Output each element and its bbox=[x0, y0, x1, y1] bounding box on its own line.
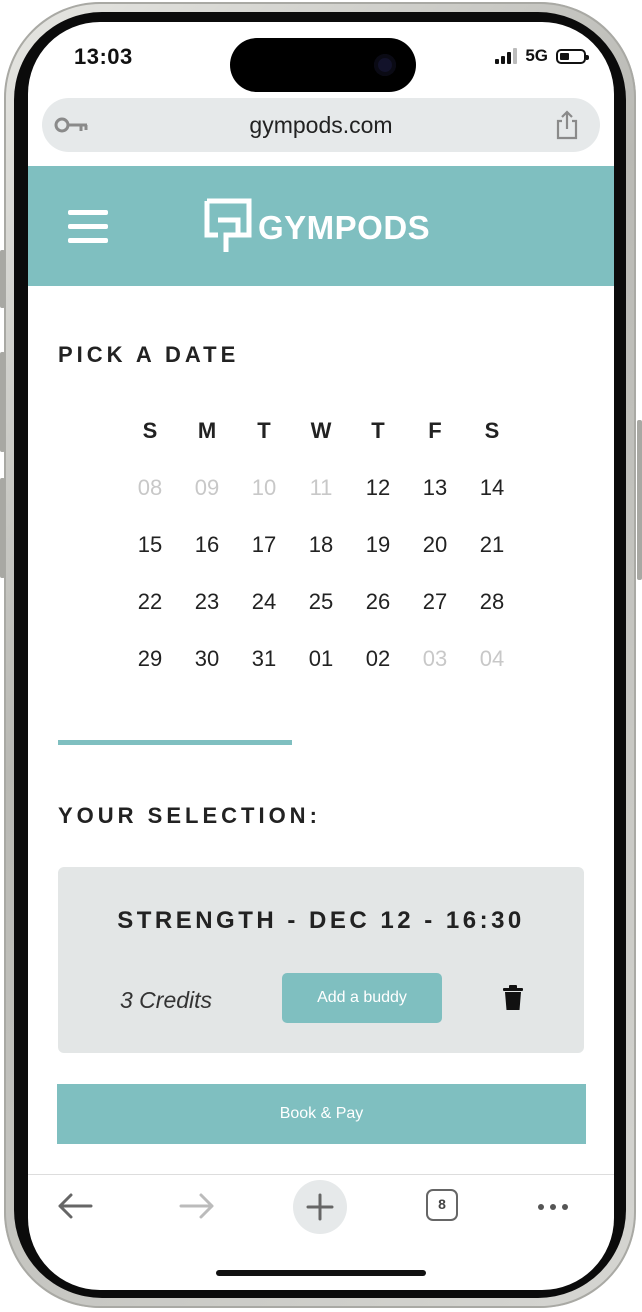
weekday-label: W bbox=[310, 418, 332, 443]
calendar-day[interactable]: 15 bbox=[122, 532, 178, 558]
status-indicators: 5G bbox=[495, 46, 589, 66]
weekday-label: T bbox=[371, 418, 385, 443]
trash-icon[interactable] bbox=[502, 985, 524, 1011]
logo-text: GYMPODS bbox=[258, 209, 431, 246]
weekday-label: M bbox=[197, 418, 217, 443]
calendar-day[interactable]: 28 bbox=[464, 589, 520, 615]
weekday-label: F bbox=[428, 418, 442, 443]
calendar-day: 03 bbox=[422, 646, 448, 671]
action-button bbox=[0, 250, 5, 308]
credits-label: 3 Credits bbox=[120, 987, 213, 1013]
book-and-pay-button[interactable]: Book & Pay bbox=[57, 1084, 586, 1144]
weekday-label: T bbox=[257, 418, 271, 443]
calendar-day[interactable]: 14 bbox=[464, 475, 520, 501]
selection-item-title: STRENGTH - DEC 12 - 16:30 bbox=[117, 907, 525, 934]
calendar-day[interactable]: 18 bbox=[293, 532, 349, 558]
calendar-day[interactable]: 31 bbox=[236, 646, 292, 672]
more-icon[interactable] bbox=[538, 1204, 568, 1210]
calendar-day: 11 bbox=[309, 475, 333, 500]
section-divider bbox=[58, 740, 292, 745]
calendar-day[interactable]: 12 bbox=[350, 475, 406, 501]
pick-date-title: PICK A DATE bbox=[58, 342, 240, 367]
calendar-day[interactable]: 23 bbox=[179, 589, 235, 615]
url-text[interactable]: gympods.com bbox=[42, 112, 600, 139]
hamburger-icon[interactable] bbox=[68, 210, 108, 244]
network-label: 5G bbox=[525, 46, 548, 65]
selection-card: STRENGTH - DEC 12 - 16:30 3 Credits Add … bbox=[58, 867, 584, 1053]
weekday-label: S bbox=[142, 418, 158, 443]
calendar-day[interactable]: 16 bbox=[179, 532, 235, 558]
calendar-day[interactable]: 19 bbox=[350, 532, 406, 558]
toolbar-divider bbox=[28, 1174, 614, 1175]
gympods-logo[interactable]: GYMPODS bbox=[204, 198, 430, 254]
tabs-icon[interactable]: 8 bbox=[426, 1189, 458, 1221]
volume-up-button bbox=[0, 352, 5, 452]
forward-arrow-icon[interactable] bbox=[178, 1192, 216, 1220]
calendar-day[interactable]: 25 bbox=[293, 589, 349, 615]
calendar-day[interactable]: 24 bbox=[236, 589, 292, 615]
calendar-day[interactable]: 13 bbox=[407, 475, 463, 501]
home-indicator[interactable] bbox=[216, 1270, 426, 1276]
calendar-day[interactable]: 02 bbox=[350, 646, 406, 672]
calendar-day[interactable]: 27 bbox=[407, 589, 463, 615]
gympods-logo-icon bbox=[204, 198, 252, 252]
calendar-day[interactable]: 22 bbox=[122, 589, 178, 615]
calendar-day[interactable]: 30 bbox=[179, 646, 235, 672]
site-header: GYMPODS bbox=[28, 166, 614, 286]
calendar-day: 08 bbox=[137, 475, 163, 500]
battery-icon bbox=[556, 48, 589, 64]
back-arrow-icon[interactable] bbox=[56, 1192, 94, 1220]
calendar-day: 10 bbox=[251, 475, 277, 500]
calendar-day[interactable]: 01 bbox=[293, 646, 349, 672]
dynamic-island bbox=[230, 38, 416, 92]
power-button bbox=[637, 420, 642, 580]
share-icon[interactable] bbox=[554, 110, 580, 140]
volume-down-button bbox=[0, 478, 5, 578]
camera-icon bbox=[374, 54, 396, 76]
calendar-day[interactable]: 21 bbox=[464, 532, 520, 558]
calendar-day[interactable]: 29 bbox=[122, 646, 178, 672]
signal-icon bbox=[495, 48, 518, 64]
address-bar[interactable]: gympods.com bbox=[42, 98, 600, 152]
plus-icon bbox=[306, 1193, 334, 1221]
calendar-day: 09 bbox=[194, 475, 220, 500]
your-selection-title: YOUR SELECTION: bbox=[58, 803, 321, 828]
weekday-label: S bbox=[484, 418, 500, 443]
new-tab-button[interactable] bbox=[293, 1180, 347, 1234]
status-time: 13:03 bbox=[74, 44, 133, 69]
calendar-day[interactable]: 26 bbox=[350, 589, 406, 615]
calendar-day: 04 bbox=[479, 646, 505, 671]
phone-screen: 13:03 5G gympods.com GYMPODS PICK A DATE… bbox=[28, 22, 614, 1290]
calendar-day[interactable]: 20 bbox=[407, 532, 463, 558]
calendar-day[interactable]: 17 bbox=[236, 532, 292, 558]
add-buddy-button[interactable]: Add a buddy bbox=[282, 973, 442, 1023]
